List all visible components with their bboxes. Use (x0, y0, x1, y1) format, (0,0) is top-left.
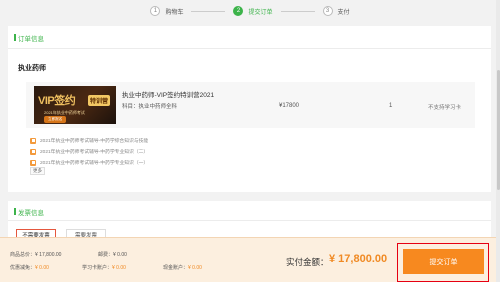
item-price: ¥17800 (279, 103, 300, 109)
step-payment: 3 支付 (322, 6, 350, 16)
cash-label: 现金账户： (163, 265, 189, 271)
cash-account: 现金账户：¥ 0.00 (163, 264, 202, 271)
coupon-discount: 优惠减免：¥ 0.00 (10, 264, 49, 271)
bonus-item: 2021年执业中药师考试辅导-中药学专业知识（二） (30, 148, 148, 155)
invoice-info-card: 发票信息 不需要发票 需要发票 (8, 201, 491, 241)
invoice-info-title: 发票信息 (14, 207, 44, 217)
shipping-value: ¥ 0.00 (113, 252, 127, 258)
item-quantity: 1 (389, 103, 393, 109)
coupon-value: ¥ 0.00 (35, 265, 49, 271)
study-card-note: 不支持学习卡 (428, 105, 462, 111)
document-icon (30, 159, 36, 166)
submit-order-button[interactable]: 提交订单 (403, 249, 484, 274)
divider (8, 48, 491, 49)
order-info-card: 订单信息 执业药师 VIP签约 特训营 2021年执业中药师考试 立即报名 执业… (8, 26, 491, 192)
course-thumbnail[interactable]: VIP签约 特训营 2021年执业中药师考试 立即报名 (34, 86, 116, 124)
scrollbar-thumb[interactable] (496, 70, 500, 190)
divider (8, 220, 491, 221)
study-card-label: 学习卡账户： (82, 265, 113, 271)
document-icon (30, 137, 36, 144)
step-label: 购物车 (165, 9, 184, 16)
cash-value: ¥ 0.00 (188, 265, 202, 271)
document-icon (30, 148, 36, 155)
course-subject: 科目：执业中药师全科 (122, 104, 178, 110)
thumbnail-button: 立即报名 (44, 116, 67, 123)
step-cart: 1 购物车 (150, 6, 183, 16)
bonus-item-label: 2021年执业中药师考试辅导-中药学专业知识（二） (40, 150, 149, 155)
thumbnail-tag: 特训营 (88, 95, 111, 106)
step-number: 2 (233, 6, 244, 16)
coupon-label: 优惠减免： (10, 265, 36, 271)
shipping-label: 邮费： (98, 252, 114, 258)
step-submit-order: 2 提交订单 (233, 6, 273, 16)
study-card-account: 学习卡账户：¥ 0.00 (82, 264, 126, 271)
page-scrollbar[interactable] (496, 0, 500, 282)
step-label: 提交订单 (248, 9, 273, 16)
step-label: 支付 (337, 9, 350, 16)
pay-amount-label: 实付金额： (286, 257, 329, 267)
course-title[interactable]: 执业中药师-VIP签约特训营2021 (122, 89, 214, 99)
more-bonus-tag[interactable]: 更多 (30, 167, 45, 175)
order-item-row: VIP签约 特训营 2021年执业中药师考试 立即报名 执业中药师-VIP签约特… (26, 82, 475, 128)
bonus-item-label: 2021年执业中药师考试辅导-中药学综合知识与技能 (40, 139, 149, 144)
step-number: 3 (322, 6, 333, 16)
bonus-item-label: 2021年执业中药师考试辅导-中药学专业知识（一） (40, 161, 149, 166)
shipping-fee: 邮费：¥ 0.00 (98, 251, 127, 258)
step-connector (280, 10, 315, 12)
study-card-value: ¥ 0.00 (112, 265, 126, 271)
goods-total-value: ¥ 17,800.00 (35, 252, 62, 258)
goods-total-label: 商品总价： (10, 252, 36, 258)
step-connector (191, 10, 226, 12)
product-category-name: 执业药师 (18, 65, 46, 72)
thumbnail-headline: VIP签约 (38, 95, 76, 107)
bonus-item: 2021年执业中药师考试辅导-中药学综合知识与技能 (30, 137, 148, 144)
checkout-steps: 1 购物车 2 提交订单 3 支付 (0, 0, 500, 22)
bonus-item: 2021年执业中药师考试辅导-中药学专业知识（一） (30, 159, 148, 166)
goods-total: 商品总价：¥ 17,800.00 (10, 251, 61, 258)
step-number: 1 (150, 6, 161, 16)
order-info-title: 订单信息 (14, 33, 44, 43)
pay-amount-value: ¥ 17,800.00 (329, 253, 388, 265)
